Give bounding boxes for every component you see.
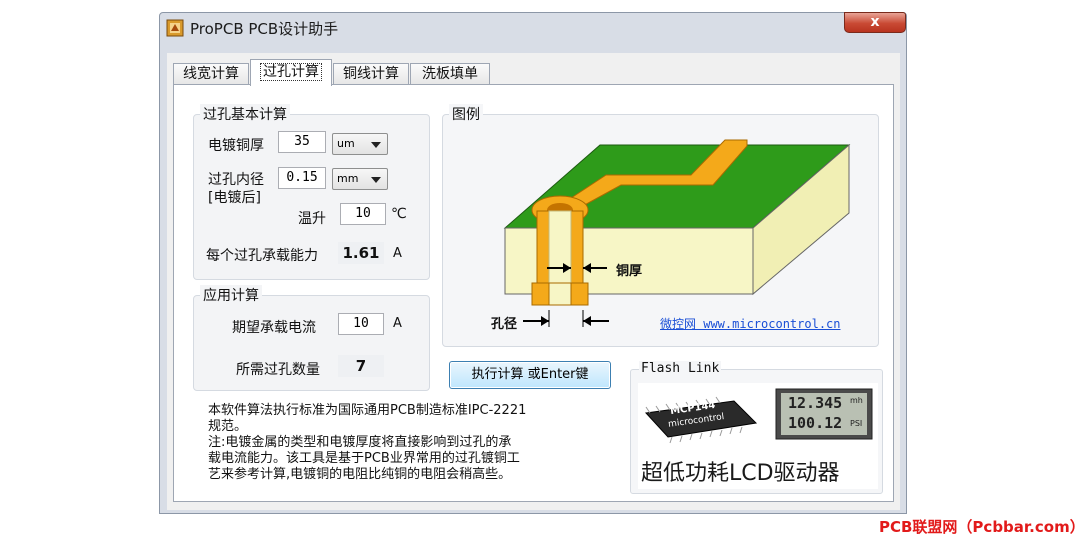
temp-label: 温升 bbox=[298, 211, 326, 227]
capacity-label: 每个过孔承载能力 bbox=[206, 248, 318, 264]
app-calc-label: 应用计算 bbox=[200, 285, 262, 305]
close-icon: x bbox=[870, 14, 880, 30]
tab-board-order[interactable]: 洗板填单 bbox=[410, 63, 490, 85]
current-unit: A bbox=[393, 316, 402, 331]
chevron-down-icon bbox=[371, 142, 381, 148]
note-line: 规范。 bbox=[208, 419, 248, 434]
plating-input[interactable]: 35 bbox=[278, 131, 326, 153]
note-line: 载电流能力。该工具是基于PCB业界常用的过孔镀铜工 bbox=[208, 451, 520, 466]
lcd-bottom-unit: PSI bbox=[850, 419, 863, 428]
chevron-down-icon bbox=[371, 177, 381, 183]
note-line: 艺来参考计算,电镀铜的电阻比纯铜的电阻会稍高些。 bbox=[208, 467, 512, 482]
lcd-bottom-readout: 100.12 bbox=[788, 414, 843, 432]
plating-unit-select[interactable]: um bbox=[332, 133, 388, 155]
current-label: 期望承载电流 bbox=[232, 320, 316, 336]
diameter-figure-label: 孔径 bbox=[491, 317, 518, 332]
close-button[interactable]: x bbox=[844, 12, 906, 33]
tab-label: 洗板填单 bbox=[422, 66, 478, 82]
thickness-label: 铜厚 bbox=[616, 264, 643, 279]
capacity-unit: A bbox=[393, 246, 402, 261]
lcd-top-readout: 12.345 bbox=[788, 394, 843, 412]
tab-copper-wire[interactable]: 铜线计算 bbox=[333, 63, 409, 85]
execute-calc-button[interactable]: 执行计算 或Enter键 bbox=[449, 361, 611, 389]
app-calc-group: 应用计算 期望承载电流 10 A 所需过孔数量 7 bbox=[193, 285, 430, 391]
count-result: 7 bbox=[338, 355, 384, 377]
figure-group: 图例 铜厚 孔径 微控网 www.microcontrol.cn bbox=[442, 104, 879, 347]
diameter-input[interactable]: 0.15 bbox=[278, 167, 326, 189]
tab-line-width[interactable]: 线宽计算 bbox=[173, 63, 249, 85]
microcontrol-link[interactable]: 微控网 www.microcontrol.cn bbox=[660, 315, 841, 332]
title-bar[interactable]: ProPCB PCB设计助手 x bbox=[160, 12, 906, 43]
diameter-sub-label: [电镀后] bbox=[208, 190, 261, 206]
note-line: 注:电镀金属的类型和电镀厚度将直接影响到过孔的承 bbox=[208, 435, 512, 450]
ad-slogan: 超低功耗LCD驱动器 bbox=[641, 461, 840, 486]
diameter-label: 过孔内径 bbox=[208, 172, 264, 188]
lcd-top-unit: mh bbox=[850, 396, 863, 405]
basic-calc-label: 过孔基本计算 bbox=[200, 104, 290, 124]
tab-label: 铜线计算 bbox=[343, 66, 399, 82]
app-window: ProPCB PCB设计助手 x 线宽计算 过孔计算 铜线计算 洗板填单 过孔基… bbox=[159, 12, 907, 514]
flash-link-label: Flash Link bbox=[639, 361, 722, 376]
via-tab-panel: 过孔基本计算 电镀铜厚 35 um 过孔内径 [电镀后] 0.15 mm 温升 … bbox=[173, 84, 894, 502]
app-icon bbox=[166, 19, 184, 37]
standard-note: 本软件算法执行标准为国际通用PCB制造标准IPC-2221 规范。 注:电镀金属… bbox=[208, 403, 608, 483]
tab-via[interactable]: 过孔计算 bbox=[250, 59, 332, 86]
temp-input[interactable]: 10 bbox=[340, 203, 386, 225]
window-title: ProPCB PCB设计助手 bbox=[190, 20, 339, 38]
current-input[interactable]: 10 bbox=[338, 313, 384, 335]
tab-label: 过孔计算 bbox=[260, 63, 322, 81]
site-watermark: PCB联盟网（Pcbbar.com） bbox=[879, 518, 1080, 536]
temp-unit: ℃ bbox=[391, 206, 407, 222]
flash-link-group: Flash Link MCP144 microcontrol 12.345 mh… bbox=[630, 361, 883, 494]
tab-label: 线宽计算 bbox=[183, 66, 239, 82]
diameter-unit-value: mm bbox=[337, 172, 359, 185]
capacity-result: 1.61 bbox=[338, 242, 384, 264]
diameter-unit-select[interactable]: mm bbox=[332, 168, 388, 190]
plating-label: 电镀铜厚 bbox=[208, 138, 264, 154]
client-area: 线宽计算 过孔计算 铜线计算 洗板填单 过孔基本计算 电镀铜厚 35 um 过孔… bbox=[167, 53, 900, 510]
count-label: 所需过孔数量 bbox=[236, 362, 320, 378]
lcd-driver-ad[interactable]: MCP144 microcontrol 12.345 mh 100.12 PSI… bbox=[638, 383, 878, 489]
plating-unit-value: um bbox=[337, 137, 355, 150]
basic-calc-group: 过孔基本计算 电镀铜厚 35 um 过孔内径 [电镀后] 0.15 mm 温升 … bbox=[193, 104, 430, 280]
note-line: 本软件算法执行标准为国际通用PCB制造标准IPC-2221 bbox=[208, 403, 527, 418]
